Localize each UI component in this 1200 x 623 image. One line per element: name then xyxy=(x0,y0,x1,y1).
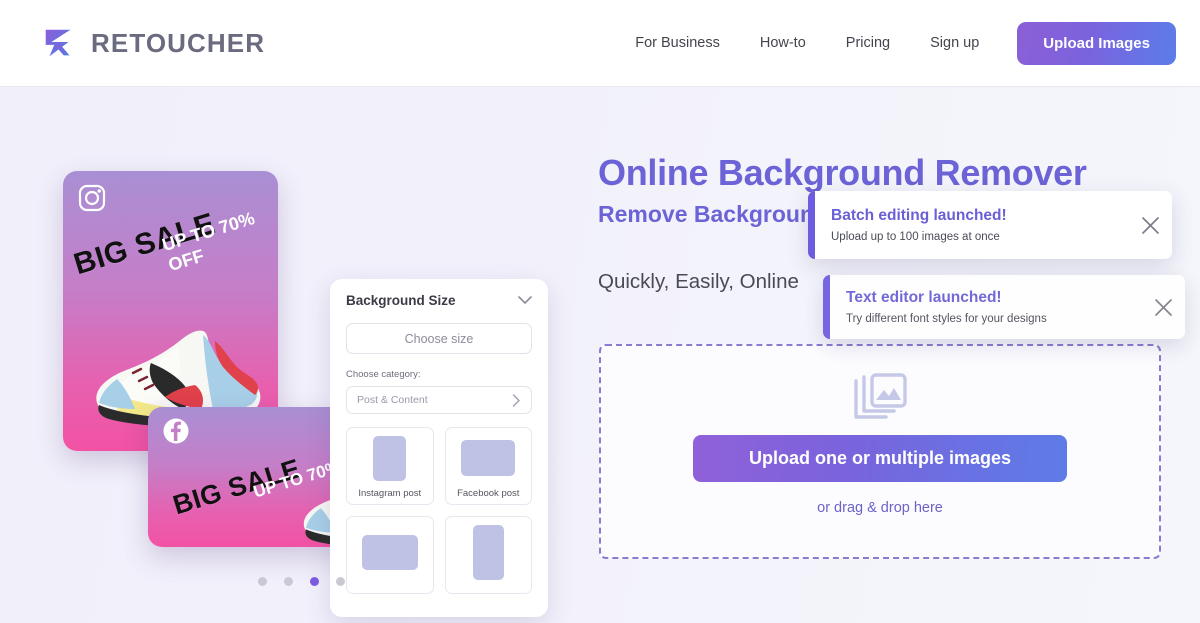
toast-close-button[interactable] xyxy=(1128,191,1172,259)
toast-title: Text editor launched! xyxy=(846,289,1002,306)
preset-item-3[interactable] xyxy=(346,516,434,594)
hero-illustration: BIG SALE UP TO 70% OFF BIG SALE UP TO 70… xyxy=(0,87,590,623)
preset-item-4[interactable] xyxy=(444,516,532,594)
preset-facebook-post[interactable]: Facebook post xyxy=(444,427,532,505)
facebook-icon xyxy=(163,418,189,444)
upload-images-button[interactable]: Upload Images xyxy=(1017,21,1176,65)
close-icon xyxy=(1154,298,1172,316)
drag-drop-hint: or drag & drop here xyxy=(817,500,943,516)
toast-accent-bar xyxy=(808,191,815,259)
chevron-down-icon[interactable] xyxy=(518,296,532,305)
hero-section: BIG SALE UP TO 70% OFF BIG SALE UP TO 70… xyxy=(0,87,1200,623)
instagram-icon xyxy=(78,184,106,212)
upload-one-or-multiple-button[interactable]: Upload one or multiple images xyxy=(693,435,1067,482)
preset-label: Facebook post xyxy=(457,488,520,499)
preset-shape xyxy=(461,440,516,476)
nav-link-pricing[interactable]: Pricing xyxy=(826,35,910,51)
toast-batch-editing: Batch editing launched! Upload up to 100… xyxy=(808,191,1172,259)
preset-thumbnail-grid: Instagram post Facebook post xyxy=(346,427,532,594)
main-nav: For Business How-to Pricing Sign up Uplo… xyxy=(615,21,1176,65)
toast-text-editor: Text editor launched! Try different font… xyxy=(823,275,1185,339)
carousel-dot-4[interactable] xyxy=(336,577,345,586)
nav-link-for-business[interactable]: For Business xyxy=(615,35,740,51)
nav-link-sign-up[interactable]: Sign up xyxy=(910,35,999,51)
nav-link-how-to[interactable]: How-to xyxy=(740,35,826,51)
chevron-right-icon xyxy=(512,393,521,407)
toast-close-button[interactable] xyxy=(1141,275,1185,339)
category-value: Post & Content xyxy=(357,394,428,406)
panel-title: Background Size xyxy=(346,293,456,308)
carousel-dot-1[interactable] xyxy=(258,577,267,586)
upload-dropzone[interactable]: Upload one or multiple images or drag & … xyxy=(599,344,1161,559)
choose-size-placeholder: Choose size xyxy=(404,331,474,346)
page-title: Online Background Remover xyxy=(598,152,1087,193)
carousel-dots xyxy=(258,577,345,586)
site-header: RETOUCHER For Business How-to Pricing Si… xyxy=(0,0,1200,87)
toast-body: Text editor launched! Try different font… xyxy=(830,276,1141,338)
choose-size-input[interactable]: Choose size xyxy=(346,323,532,354)
toast-message: Try different font styles for your desig… xyxy=(846,313,1047,325)
carousel-dot-3[interactable] xyxy=(310,577,319,586)
page-tagline: Quickly, Easily, Online xyxy=(598,270,799,293)
preset-shape xyxy=(361,535,418,570)
preset-shape xyxy=(373,435,407,481)
preset-instagram-post[interactable]: Instagram post xyxy=(346,427,434,505)
panel-header: Background Size xyxy=(346,293,532,308)
toast-body: Batch editing launched! Upload up to 100… xyxy=(815,194,1128,256)
toast-message: Upload up to 100 images at once xyxy=(831,231,1000,243)
preset-label: Instagram post xyxy=(358,488,422,499)
retoucher-logo-mark-icon xyxy=(45,29,71,57)
close-icon xyxy=(1141,216,1159,234)
choose-category-label: Choose category: xyxy=(346,369,421,380)
stacked-images-icon xyxy=(854,373,907,419)
hero-content: Online Background Remover Remove Backgro… xyxy=(598,87,1200,623)
category-select[interactable]: Post & Content xyxy=(346,386,532,414)
background-size-panel: Background Size Choose size Choose categ… xyxy=(330,279,548,617)
brand-name: RETOUCHER xyxy=(91,27,266,58)
sale-offer: UP TO 70% OFF xyxy=(159,208,257,276)
preset-shape xyxy=(472,525,504,580)
page-root: RETOUCHER For Business How-to Pricing Si… xyxy=(0,0,1200,623)
toast-accent-bar xyxy=(823,275,830,339)
carousel-dot-2[interactable] xyxy=(284,577,293,586)
toast-title: Batch editing launched! xyxy=(831,207,1007,224)
brand-logo[interactable]: RETOUCHER xyxy=(40,24,265,62)
page-subtitle: Remove Background xyxy=(598,201,829,227)
